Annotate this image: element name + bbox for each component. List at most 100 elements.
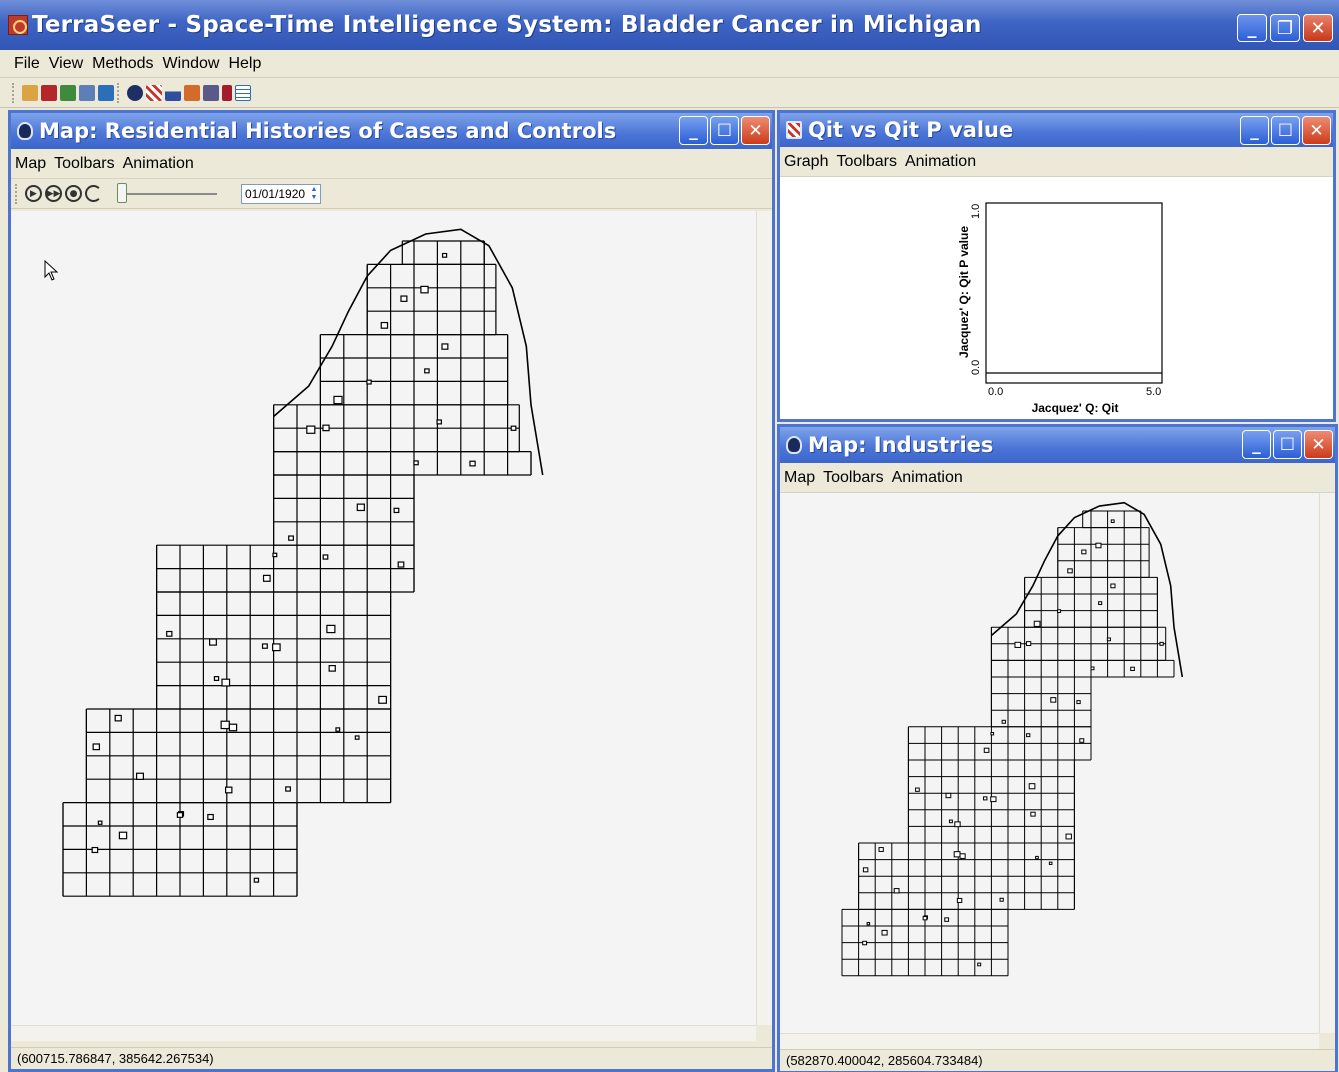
location-marker — [209, 638, 217, 646]
plot-frame — [985, 202, 1163, 384]
michigan-residences-map — [44, 228, 544, 897]
x-max-tick-label: 5.0 — [1146, 386, 1161, 398]
location-marker — [1014, 641, 1022, 648]
menu-toolbars[interactable]: Toolbars — [54, 155, 114, 173]
location-marker — [1130, 666, 1135, 672]
location-marker — [306, 425, 316, 434]
graph-titlebar[interactable]: Qit vs Qit P value _ ☐ ✕ — [780, 113, 1333, 147]
toolbar-grip[interactable] — [15, 183, 19, 204]
location-marker — [469, 460, 476, 467]
close-button[interactable]: ✕ — [741, 116, 770, 145]
map-residential-titlebar[interactable]: Map: Residential Histories of Cases and … — [11, 113, 772, 149]
location-marker — [272, 552, 278, 558]
location-marker — [380, 321, 389, 329]
map-canvas[interactable] — [11, 211, 756, 1025]
vertical-scrollbar[interactable] — [756, 211, 772, 1025]
minimize-button[interactable]: _ — [1237, 14, 1267, 42]
menu-toolbars[interactable]: Toolbars — [836, 153, 896, 171]
y-axis-label: Jacquez' Q: Qit P value — [957, 226, 971, 358]
map-residential-menubar: Map Toolbars Animation — [11, 149, 772, 179]
menu-animation[interactable]: Animation — [123, 155, 194, 173]
location-marker — [1028, 783, 1036, 790]
import-icon[interactable] — [60, 84, 76, 101]
menu-help[interactable]: Help — [228, 55, 261, 73]
close-button[interactable]: ✕ — [1304, 430, 1333, 459]
menu-methods[interactable]: Methods — [92, 55, 153, 73]
location-marker — [441, 252, 448, 258]
close-button[interactable]: ✕ — [1303, 14, 1333, 42]
location-marker — [862, 940, 868, 946]
toolbar-grip-2[interactable] — [117, 82, 121, 103]
location-marker — [956, 897, 963, 903]
location-marker — [983, 796, 988, 801]
location-marker — [922, 916, 928, 921]
graph-canvas[interactable]: 0.0 5.0 Jacquez' Q: Qit 0.0 1.0 Jacquez'… — [780, 177, 1333, 419]
menu-window[interactable]: Window — [163, 55, 220, 73]
map-industries-titlebar[interactable]: Map: Industries _ ☐ ✕ — [780, 427, 1335, 463]
menu-graph[interactable]: Graph — [784, 153, 828, 171]
horizontal-scrollbar[interactable] — [780, 1033, 1319, 1049]
map-industries-title: Map: Industries — [808, 433, 994, 457]
graph-menubar: Graph Toolbars Animation — [780, 147, 1333, 177]
menu-view[interactable]: View — [49, 55, 83, 73]
time-slider[interactable] — [117, 182, 217, 203]
restore-button[interactable]: ❐ — [1270, 14, 1300, 42]
open-folder-icon[interactable] — [22, 84, 38, 101]
location-marker — [378, 695, 387, 704]
location-marker — [424, 368, 430, 374]
menu-map[interactable]: Map — [15, 155, 46, 173]
minimize-button[interactable]: _ — [1242, 430, 1271, 459]
location-marker — [285, 786, 291, 792]
menu-file[interactable]: File — [14, 55, 40, 73]
fast-forward-icon[interactable]: ▶▶ — [45, 185, 62, 202]
time-slider-thumb[interactable] — [117, 182, 127, 203]
save-icon[interactable] — [41, 84, 57, 101]
minimize-button[interactable]: _ — [679, 116, 708, 145]
minimize-button[interactable]: _ — [1240, 116, 1269, 145]
vertical-scrollbar[interactable] — [1319, 493, 1335, 1033]
date-spinner[interactable]: 01/01/1920 ▲ ▼ — [241, 183, 321, 204]
location-marker — [213, 676, 220, 681]
maximize-button[interactable]: ☐ — [1271, 116, 1300, 145]
map-icon[interactable] — [127, 84, 143, 101]
toolbar-grip[interactable] — [12, 82, 16, 103]
app-titlebar: TerraSeer - Space-Time Intelligence Syst… — [0, 0, 1339, 50]
menu-toolbars[interactable]: Toolbars — [823, 469, 883, 487]
menu-animation[interactable]: Animation — [905, 153, 976, 171]
location-marker — [944, 917, 950, 922]
stop-icon[interactable]: ● — [65, 185, 82, 202]
close-button[interactable]: ✕ — [1302, 116, 1331, 145]
folder-blue-icon[interactable] — [98, 84, 114, 101]
scatter-plot-icon[interactable] — [146, 84, 162, 101]
location-marker — [322, 424, 330, 432]
graph-title: Qit vs Qit P value — [808, 118, 1014, 142]
menu-animation[interactable]: Animation — [892, 469, 963, 487]
variogram-icon[interactable] — [222, 84, 232, 101]
location-marker — [1035, 855, 1039, 860]
histogram-icon[interactable] — [165, 84, 181, 101]
maximize-button[interactable]: ☐ — [710, 116, 739, 145]
scatter-plot: 0.0 5.0 Jacquez' Q: Qit 0.0 1.0 Jacquez'… — [957, 202, 1163, 415]
location-marker — [990, 796, 997, 803]
location-marker — [1095, 542, 1102, 549]
location-marker — [354, 735, 360, 740]
location-marker — [118, 831, 128, 840]
maximize-button[interactable]: ☐ — [1273, 430, 1302, 459]
location-marker — [1098, 601, 1103, 606]
location-marker — [114, 714, 122, 722]
spinner-arrows-icon[interactable]: ▲ ▼ — [309, 186, 319, 202]
location-marker — [893, 888, 900, 894]
table-icon[interactable] — [235, 84, 251, 101]
reset-icon[interactable] — [85, 185, 102, 202]
network-icon[interactable] — [79, 84, 95, 101]
boxplot-icon[interactable] — [203, 84, 219, 101]
menu-map[interactable]: Map — [784, 469, 815, 487]
horizontal-scrollbar[interactable] — [11, 1025, 756, 1041]
industries-map-canvas[interactable] — [780, 493, 1319, 1033]
location-marker — [436, 419, 442, 425]
play-icon[interactable]: ▶ — [25, 185, 42, 202]
globe-icon — [786, 436, 802, 454]
location-marker — [1079, 738, 1085, 743]
location-marker — [397, 561, 405, 568]
parallel-plot-icon[interactable] — [184, 84, 200, 101]
